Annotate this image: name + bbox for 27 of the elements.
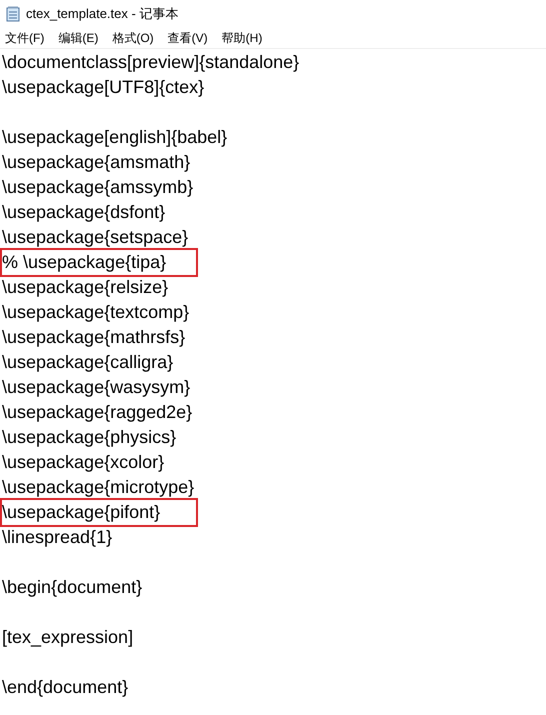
code-line: \usepackage{amssymb} — [1, 176, 194, 199]
code-line: \usepackage{amsmath} — [1, 151, 192, 174]
menu-item[interactable]: 帮助(H) — [222, 30, 262, 46]
code-line: \begin{document} — [1, 576, 144, 599]
code-line: \usepackage{dsfont} — [1, 201, 166, 224]
code-line: \usepackage[UTF8]{ctex} — [1, 76, 206, 99]
code-line: \usepackage{wasysym} — [1, 376, 192, 399]
menu-item[interactable]: 格式(O) — [112, 30, 154, 46]
notepad-icon — [6, 6, 20, 22]
window-title: ctex_template.tex - 记事本 — [26, 5, 178, 23]
code-line: \end{document} — [1, 676, 130, 699]
code-line: \usepackage{calligra} — [1, 351, 174, 374]
code-line: \usepackage{relsize} — [1, 276, 170, 299]
code-line: \usepackage{mathrsfs} — [1, 326, 186, 349]
code-line: \usepackage{setspace} — [1, 226, 190, 249]
menu-item[interactable]: 文件(F) — [5, 30, 44, 46]
menu-item[interactable]: 查看(V) — [168, 30, 208, 46]
code-line: \usepackage{textcomp} — [1, 301, 190, 324]
code-line: \usepackage{physics} — [1, 426, 178, 449]
code-line: [tex_expression] — [1, 626, 134, 649]
menu-item[interactable]: 编辑(E) — [58, 30, 98, 46]
code-line: \linespread{1} — [1, 526, 114, 549]
code-line: \usepackage{ragged2e} — [1, 401, 194, 424]
code-line: \usepackage[english]{babel} — [1, 126, 228, 149]
code-line: \documentclass[preview]{standalone} — [1, 51, 300, 74]
code-line: \usepackage{xcolor} — [1, 451, 166, 474]
code-line: \usepackage{microtype} — [1, 476, 196, 499]
